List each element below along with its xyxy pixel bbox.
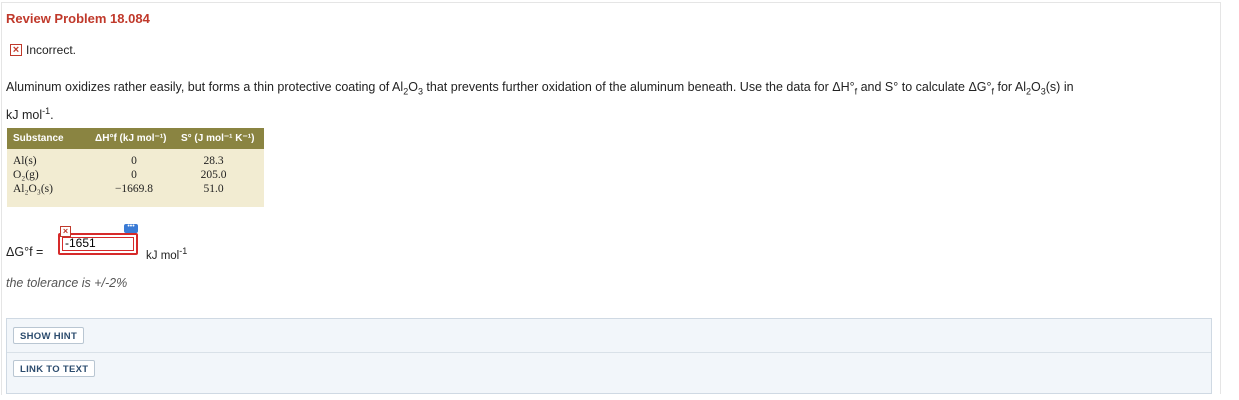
- answer-incorrect-icon: ×: [60, 226, 71, 237]
- problem-title: Review Problem 18.084: [6, 11, 150, 26]
- status-row: × Incorrect.: [10, 43, 76, 57]
- link-to-text-button[interactable]: LINK TO TEXT: [13, 360, 96, 377]
- table-row: O₂(g) 0 205.0: [13, 169, 227, 181]
- question-text: Aluminum oxidizes rather easily, but for…: [6, 80, 1074, 122]
- answer-label: ΔG°f =: [6, 245, 44, 259]
- frame-right-border: [1220, 2, 1221, 394]
- show-hint-button[interactable]: SHOW HINT: [13, 327, 85, 344]
- thermo-data-table: Substance ΔH°f (kJ mol⁻¹) S° (J mol⁻¹ K⁻…: [7, 128, 264, 207]
- answer-input[interactable]: [65, 236, 131, 250]
- answer-unit: kJ mol-1: [146, 246, 188, 262]
- tolerance-note: the tolerance is +/-2%: [6, 276, 128, 290]
- table-header-dh: ΔH°f (kJ mol⁻¹): [95, 133, 167, 144]
- answer-options-icon[interactable]: •••: [124, 223, 138, 233]
- help-panel: SHOW HINT LINK TO TEXT: [6, 318, 1212, 394]
- incorrect-x-icon: ×: [10, 44, 22, 56]
- table-row: Al₂O₃(s) −1669.8 51.0: [13, 183, 224, 195]
- answer-field-wrapper: × •••: [52, 223, 142, 260]
- table-header-s: S° (J mol⁻¹ K⁻¹): [180, 133, 255, 144]
- status-text: Incorrect.: [26, 43, 77, 57]
- table-header-substance: Substance: [13, 133, 64, 144]
- table-row: Al(s) 0 28.3: [13, 155, 224, 167]
- table-header-row: Substance ΔH°f (kJ mol⁻¹) S° (J mol⁻¹ K⁻…: [7, 128, 264, 149]
